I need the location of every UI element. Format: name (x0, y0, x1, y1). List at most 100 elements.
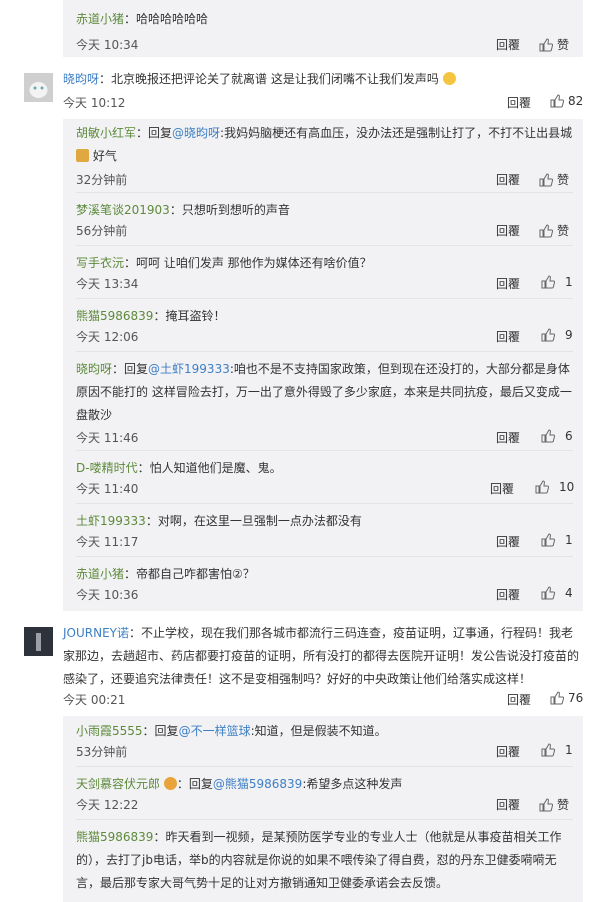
like-button[interactable]: 82 (550, 94, 583, 108)
person-avatar-icon (24, 627, 53, 656)
separator: ： (124, 256, 137, 270)
username[interactable]: 熊猫5986839 (76, 830, 153, 844)
list-item: 熊猫5986839：掩耳盗铃！ 今天 12:06 回覆 9 (76, 305, 573, 352)
comment-text: 哈哈哈哈哈哈 (136, 12, 209, 26)
like-count: 76 (568, 691, 584, 705)
comment-text: :我妈妈脑梗还有高血压，没办法还是强制让打了，不打不让出县城 (220, 126, 573, 140)
username[interactable]: 赤道小猪 (76, 12, 124, 26)
list-item: 天剑慕容伏元郎 ：回复@熊猫5986839:希望多点这种发声 今天 12:22 … (76, 773, 573, 820)
like-count: 赞 (557, 173, 570, 187)
reply-button[interactable]: 回覆 (496, 328, 520, 345)
separator: ： (99, 72, 112, 86)
like-button[interactable]: 1 (541, 743, 573, 757)
username[interactable]: 土虾199333 (76, 514, 146, 528)
reply-prefix: ：回复 (142, 724, 179, 738)
comment-text: 掩耳盗铃！ (165, 309, 226, 323)
like-count: 赞 (557, 224, 570, 238)
separator: ： (124, 12, 137, 26)
username[interactable]: 晓昀呀 (63, 72, 99, 86)
separator: ： (137, 461, 150, 475)
like-button[interactable]: 赞 (539, 36, 569, 53)
comment-text: :希望多点这种发声 (302, 777, 403, 791)
like-count: 1 (565, 533, 573, 547)
mention-link[interactable]: @晓昀呀 (172, 126, 220, 140)
username[interactable]: 晓昀呀 (76, 362, 112, 376)
like-count: 4 (565, 586, 573, 600)
timestamp: 今天 10:12 (63, 96, 126, 110)
reply-button[interactable]: 回覆 (496, 171, 520, 188)
reply-button[interactable]: 回覆 (507, 691, 531, 708)
timestamp: 今天 13:34 (76, 277, 139, 291)
mention-link[interactable]: @不一样篮球 (179, 724, 251, 738)
like-button[interactable]: 1 (541, 275, 573, 289)
username[interactable]: 赤道小猪 (76, 567, 124, 581)
username[interactable]: 熊猫5986839 (76, 309, 153, 323)
like-count: 1 (565, 743, 573, 757)
comment-text: 怕人知道他们是魔、鬼。 (149, 461, 282, 475)
mention-link[interactable]: @熊猫5986839 (213, 777, 302, 791)
reply-prefix: ：回复 (176, 777, 213, 791)
like-button[interactable]: 76 (550, 691, 583, 705)
separator: ： (124, 567, 137, 581)
list-item: 赤道小猪：帝都自己咋都害怕②？ 今天 10:36 回覆 4 (76, 563, 573, 609)
timestamp: 今天 12:22 (76, 798, 139, 812)
comment-text: 呵呵 让咱们发声 那他作为媒体还有啥价值？ (136, 256, 372, 270)
username[interactable]: 天剑慕容伏元郎 (76, 777, 160, 791)
reply-button[interactable]: 回覆 (507, 94, 531, 111)
list-item: 梦溪笔谈201903：只想听到想听的声音 56分钟前 回覆 赞 (76, 199, 573, 246)
list-item: D-喽精时代：怕人知道他们是魔、鬼。 今天 11:40 回覆 10 (76, 457, 574, 504)
username[interactable]: JOURNEY诺 (63, 626, 129, 640)
mention-link[interactable]: @土虾199333 (148, 362, 230, 376)
reply-button[interactable]: 回覆 (496, 429, 520, 446)
comment-text: 只想听到想听的声音 (181, 203, 290, 217)
like-button[interactable]: 1 (541, 533, 573, 547)
reply-button[interactable]: 回覆 (496, 586, 520, 603)
timestamp: 今天 00:21 (63, 693, 126, 707)
timestamp: 今天 10:36 (76, 588, 139, 602)
thumbs-up-icon (541, 429, 555, 443)
reply-button[interactable]: 回覆 (496, 796, 520, 813)
comment-text: 不止学校，现在我们那各城市都流行三码连查，疫苗证明，辽事通，行程码！我老家那边，… (63, 626, 580, 686)
thumbs-up-icon (550, 691, 564, 705)
list-item: 熊猫5986839：昨天看到一视频，是某预防医学专业的专业人士（他就是从事疫苗相… (76, 826, 573, 902)
like-count: 1 (565, 275, 573, 289)
emoji-icon (442, 72, 456, 85)
username[interactable]: 写手衣沅 (76, 256, 124, 270)
thumbs-up-icon (539, 37, 553, 51)
separator: ： (153, 309, 166, 323)
reply-button[interactable]: 回覆 (496, 222, 520, 239)
thumbs-up-icon (541, 743, 555, 757)
like-button[interactable]: 4 (541, 586, 573, 600)
like-button[interactable]: 赞 (539, 796, 569, 813)
reply-button[interactable]: 回覆 (496, 36, 520, 53)
avatar[interactable] (24, 627, 53, 656)
avatar[interactable] (24, 73, 53, 102)
username[interactable]: 梦溪笔谈201903 (76, 203, 170, 217)
thumbs-up-icon (535, 480, 549, 494)
like-button[interactable]: 赞 (539, 222, 569, 239)
like-button[interactable]: 9 (541, 328, 573, 342)
timestamp: 53分钟前 (76, 745, 128, 759)
timestamp: 56分钟前 (76, 224, 128, 238)
comment-text: 北京晚报还把评论关了就离谱 这是让我们闭嘴不让我们发声吗 (111, 72, 439, 86)
like-count: 6 (565, 429, 573, 443)
timestamp: 32分钟前 (76, 173, 128, 187)
reply-button[interactable]: 回覆 (496, 533, 520, 550)
reply-button[interactable]: 回覆 (490, 480, 514, 497)
username[interactable]: 小雨霞5555 (76, 724, 143, 738)
like-button[interactable]: 6 (541, 429, 573, 443)
like-count: 9 (565, 328, 573, 342)
thumbs-up-icon (541, 586, 555, 600)
reply-button[interactable]: 回覆 (496, 743, 520, 760)
list-item: 写手衣沅：呵呵 让咱们发声 那他作为媒体还有啥价值？ 今天 13:34 回覆 1 (76, 252, 573, 299)
username[interactable]: 胡敏小红军 (76, 126, 136, 140)
list-item: 土虾199333：对啊，在这里一旦强制一点办法都没有 今天 11:17 回覆 1 (76, 510, 573, 557)
like-button[interactable]: 赞 (539, 171, 569, 188)
emoji-icon (76, 149, 89, 162)
like-button[interactable]: 10 (535, 480, 574, 494)
reply-button[interactable]: 回覆 (496, 275, 520, 292)
username[interactable]: D-喽精时代 (76, 461, 138, 475)
like-count: 赞 (557, 798, 570, 812)
comment-text: 对啊，在这里一旦强制一点办法都没有 (157, 514, 362, 528)
list-item: 胡敏小红军：回复@晓昀呀:我妈妈脑梗还有高血压，没办法还是强制让打了，不打不让出… (76, 122, 573, 193)
